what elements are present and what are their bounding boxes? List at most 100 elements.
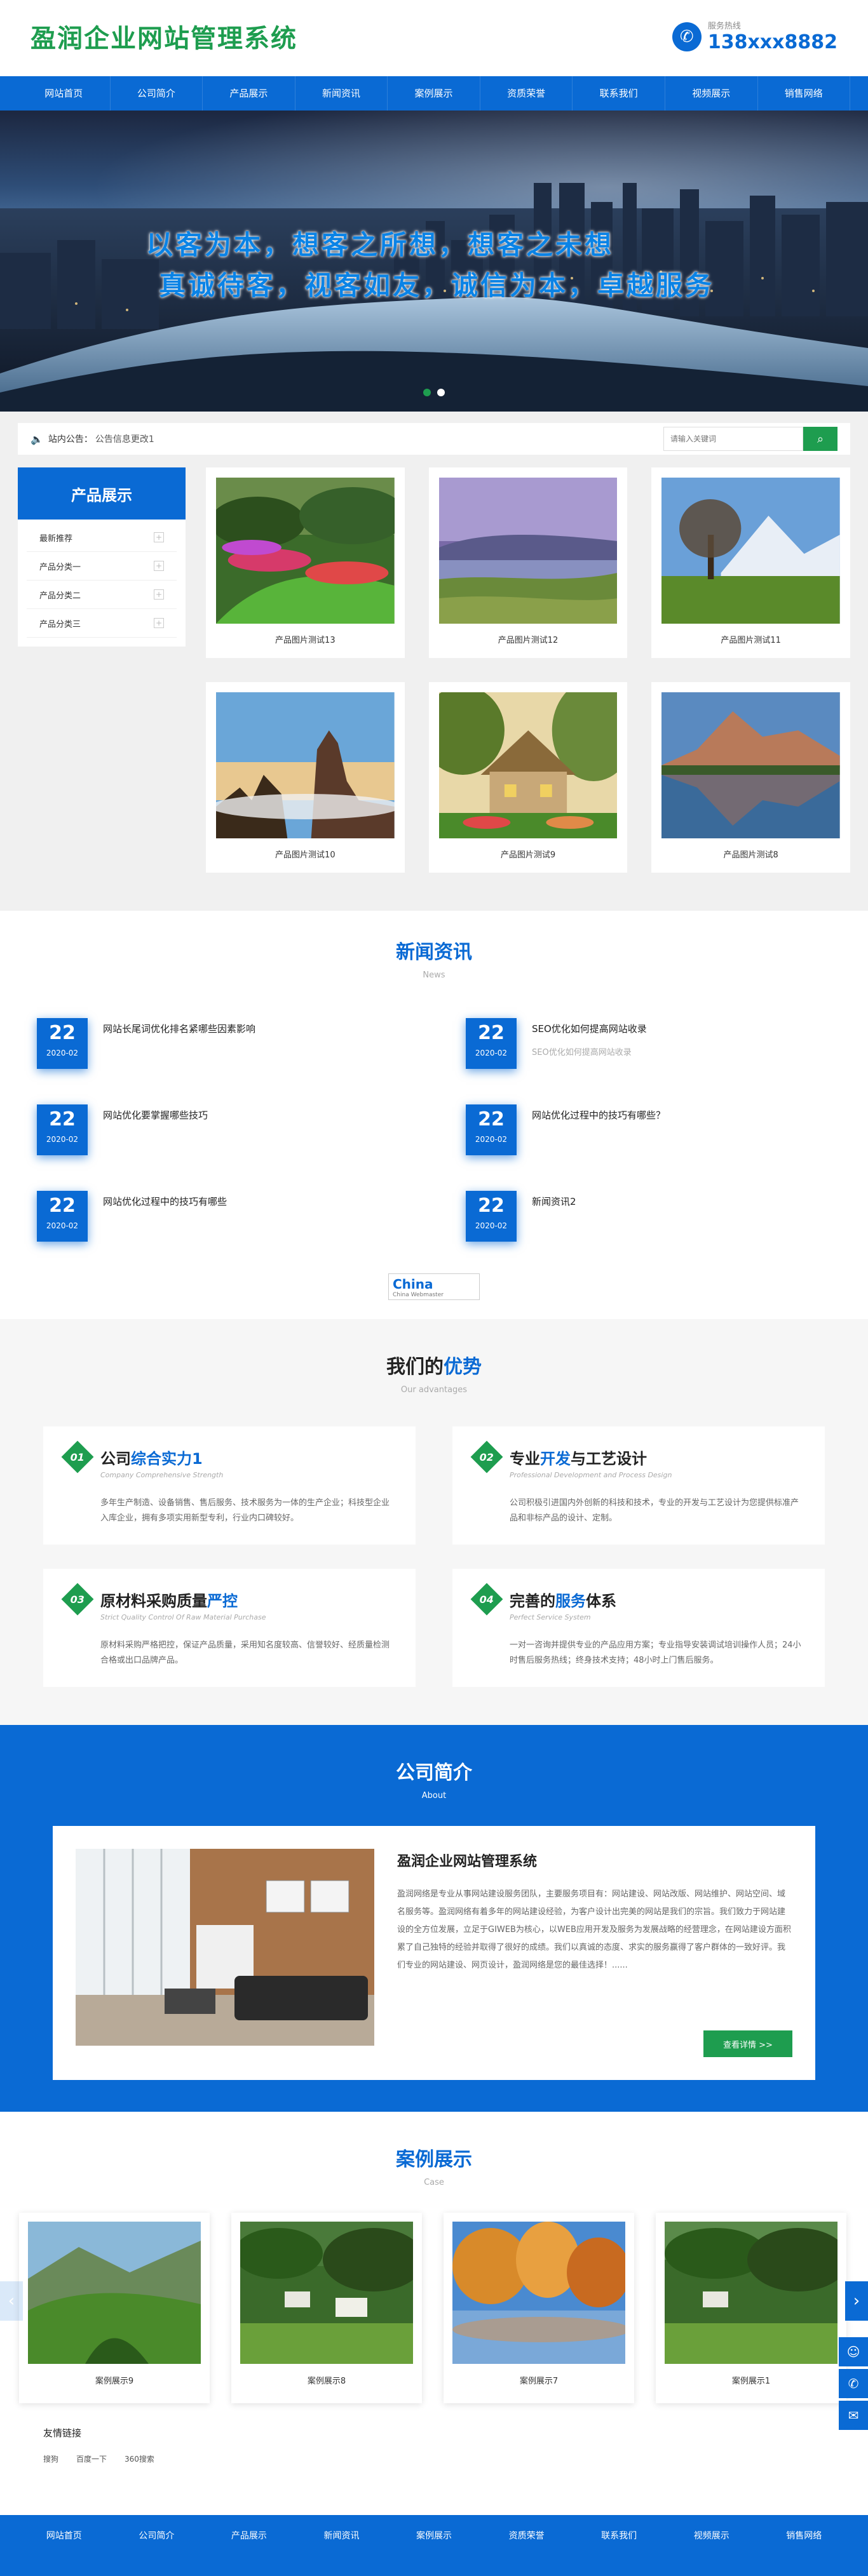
advantage-card: 03 原材料采购质量严控 Strict Quality Control Of R… xyxy=(43,1569,416,1687)
notice-label: 站内公告： xyxy=(48,434,93,445)
news-item[interactable]: 22 2020-02 SEO优化如何提高网站收录 SEO优化如何提高网站收录 xyxy=(466,1018,831,1069)
footer-link-about[interactable]: 公司简介 xyxy=(111,2529,203,2542)
nav-item-contact[interactable]: 联系我们 xyxy=(573,76,665,111)
sidebar-item-category-3[interactable]: 产品分类三 + xyxy=(27,609,177,638)
plus-icon: + xyxy=(154,618,164,628)
product-card[interactable]: 产品图片测试8 xyxy=(651,682,850,873)
news-headline[interactable]: 网站优化过程中的技巧有哪些 xyxy=(103,1195,227,1208)
footer-link-sales[interactable]: 销售网络 xyxy=(758,2529,851,2542)
news-item[interactable]: 22 2020-02 网站长尾词优化排名紧哪些因素影响 xyxy=(37,1018,402,1069)
friend-link[interactable]: 百度一下 xyxy=(76,2453,107,2464)
product-sidebar: 产品展示 最新推荐 + 产品分类一 + 产品分类二 + 产品分类三 + xyxy=(18,467,186,873)
about-text: 盈润网络是专业从事网站建设服务团队，主要服务项目有：网站建设、网站改版、网站维护… xyxy=(397,1889,791,1970)
news-date-badge: 22 2020-02 xyxy=(37,1104,88,1155)
case-image-autumn xyxy=(452,2222,625,2364)
nav-item-news[interactable]: 新闻资讯 xyxy=(295,76,388,111)
news-subtitle: News xyxy=(423,970,445,980)
phone-button[interactable]: ✆ xyxy=(839,2369,868,2398)
cases-subtitle: Case xyxy=(424,2178,444,2187)
qq-button[interactable]: ☺ xyxy=(839,2337,868,2366)
footer-link-honors[interactable]: 资质荣誉 xyxy=(480,2529,573,2542)
advantage-card: 02 专业开发与工艺设计 Professional Development an… xyxy=(452,1426,825,1545)
product-card[interactable]: 产品图片测试9 xyxy=(428,682,628,873)
notice-text[interactable]: 公告信息更改1 xyxy=(95,433,154,445)
wechat-icon: ✉ xyxy=(848,2408,859,2423)
product-card[interactable]: 产品图片测试10 xyxy=(206,682,405,873)
advantages-title-b: 优势 xyxy=(444,1356,482,1378)
news-headline[interactable]: 网站优化要掌握哪些技巧 xyxy=(103,1108,208,1122)
advantage-desc: 原材料采购严格把控，保证产品质量，采用知名度较高、信誉较好、经质量检测合格或出口… xyxy=(100,1640,390,1665)
slider-dot-2[interactable] xyxy=(437,389,445,396)
search-icon: ⌕ xyxy=(817,432,824,446)
nav-item-honors[interactable]: 资质荣誉 xyxy=(480,76,573,111)
case-card[interactable]: 案例展示1 xyxy=(656,2213,846,2403)
slider-dot-1[interactable] xyxy=(423,389,431,396)
friend-link[interactable]: 搜狗 xyxy=(43,2453,58,2464)
footer-link-video[interactable]: 视频展示 xyxy=(665,2529,758,2542)
advantage-subtitle: Company Comprehensive Strength xyxy=(100,1471,224,1479)
search-input[interactable] xyxy=(663,427,803,451)
wechat-button[interactable]: ✉ xyxy=(839,2401,868,2430)
chevron-left-icon: ‹ xyxy=(8,2291,15,2311)
notice-section: 🔈 站内公告： 公告信息更改1 ⌕ xyxy=(0,412,868,459)
news-item[interactable]: 22 2020-02 网站优化要掌握哪些技巧 xyxy=(37,1104,402,1155)
case-card[interactable]: 案例展示9 xyxy=(19,2213,210,2403)
nav-item-sales[interactable]: 销售网络 xyxy=(758,76,851,111)
case-image-valley xyxy=(28,2222,201,2364)
sidebar-item-category-2[interactable]: 产品分类二 + xyxy=(27,580,177,609)
carousel-prev-button[interactable]: ‹ xyxy=(0,2281,23,2321)
news-headline[interactable]: SEO优化如何提高网站收录 xyxy=(532,1022,647,1035)
news-item[interactable]: 22 2020-02 网站优化过程中的技巧有哪些 xyxy=(37,1191,402,1242)
site-logo[interactable]: 盈润企业网站管理系统 xyxy=(31,18,297,55)
sidebar-item-latest[interactable]: 最新推荐 + xyxy=(27,523,177,552)
news-date-badge: 22 2020-02 xyxy=(466,1104,517,1155)
product-image-mountain xyxy=(216,692,395,838)
product-caption: 产品图片测试8 xyxy=(723,850,778,860)
product-image-garden xyxy=(216,478,395,624)
advantage-subtitle: Strict Quality Control Of Raw Material P… xyxy=(100,1613,266,1621)
news-title: 新闻资讯 xyxy=(396,941,472,963)
news-headline[interactable]: 网站优化过程中的技巧有哪些？ xyxy=(532,1108,665,1122)
news-desc: SEO优化如何提高网站收录 xyxy=(532,1048,632,1057)
news-headline[interactable]: 新闻资讯2 xyxy=(532,1195,576,1208)
nav-item-cases[interactable]: 案例展示 xyxy=(388,76,480,111)
footer-link-cases[interactable]: 案例展示 xyxy=(388,2529,480,2542)
search-button[interactable]: ⌕ xyxy=(803,427,837,451)
advantages-subtitle: Our advantages xyxy=(400,1385,468,1395)
case-card[interactable]: 案例展示8 xyxy=(231,2213,422,2403)
carousel-next-button[interactable]: › xyxy=(845,2281,868,2321)
product-card[interactable]: 产品图片测试11 xyxy=(651,467,850,658)
product-card[interactable]: 产品图片测试13 xyxy=(206,467,405,658)
nav-item-products[interactable]: 产品展示 xyxy=(203,76,295,111)
nav-item-about[interactable]: 公司简介 xyxy=(111,76,203,111)
product-card[interactable]: 产品图片测试12 xyxy=(428,467,628,658)
footer-link-home[interactable]: 网站首页 xyxy=(18,2529,111,2542)
advantage-desc: 多年生产制造、设备销售、售后服务、技术服务为一体的生产企业；科技型企业入库企业，… xyxy=(100,1498,390,1523)
news-item[interactable]: 22 2020-02 网站优化过程中的技巧有哪些？ xyxy=(466,1104,831,1155)
search-box: ⌕ xyxy=(663,427,837,451)
number-badge: 04 xyxy=(470,1583,503,1616)
advantage-desc: 公司积极引进国内外创新的科技和技术，专业的开发与工艺设计为您提供标准产品和非标产… xyxy=(510,1498,799,1523)
footer-link-products[interactable]: 产品展示 xyxy=(203,2529,295,2542)
news-headline[interactable]: 网站长尾词优化排名紧哪些因素影响 xyxy=(103,1022,255,1035)
footer-link-news[interactable]: 新闻资讯 xyxy=(295,2529,388,2542)
news-item[interactable]: 22 2020-02 新闻资讯2 xyxy=(466,1191,831,1242)
footer-link-contact[interactable]: 联系我们 xyxy=(573,2529,665,2542)
sidebar-item-category-1[interactable]: 产品分类一 + xyxy=(27,552,177,580)
nav-item-home[interactable]: 网站首页 xyxy=(18,76,111,111)
advantage-card: 04 完善的服务体系 Perfect Service System 一对一咨询并… xyxy=(452,1569,825,1687)
about-box: 盈润企业网站管理系统 盈润网络是专业从事网站建设服务团队，主要服务项目有：网站建… xyxy=(53,1826,815,2080)
floating-contact-bar: ☺ ✆ ✉ xyxy=(839,2337,868,2432)
cases-title: 案例展示 xyxy=(396,2149,472,2171)
view-details-button[interactable]: 查看详情 >> xyxy=(703,2030,792,2057)
nav-item-video[interactable]: 视频展示 xyxy=(665,76,758,111)
news-list: 22 2020-02 网站长尾词优化排名紧哪些因素影响 22 2020-02 SEO… xyxy=(37,1018,831,1242)
news-date-badge: 22 2020-02 xyxy=(37,1191,88,1242)
product-sidebar-title: 产品展示 xyxy=(18,467,186,520)
friend-link[interactable]: 360搜索 xyxy=(125,2453,154,2464)
case-card[interactable]: 案例展示7 xyxy=(444,2213,634,2403)
product-caption: 产品图片测试13 xyxy=(275,636,336,645)
product-caption: 产品图片测试10 xyxy=(275,850,336,860)
advantage-title: 公司综合实力1 xyxy=(100,1449,203,1468)
product-caption: 产品图片测试12 xyxy=(498,636,559,645)
